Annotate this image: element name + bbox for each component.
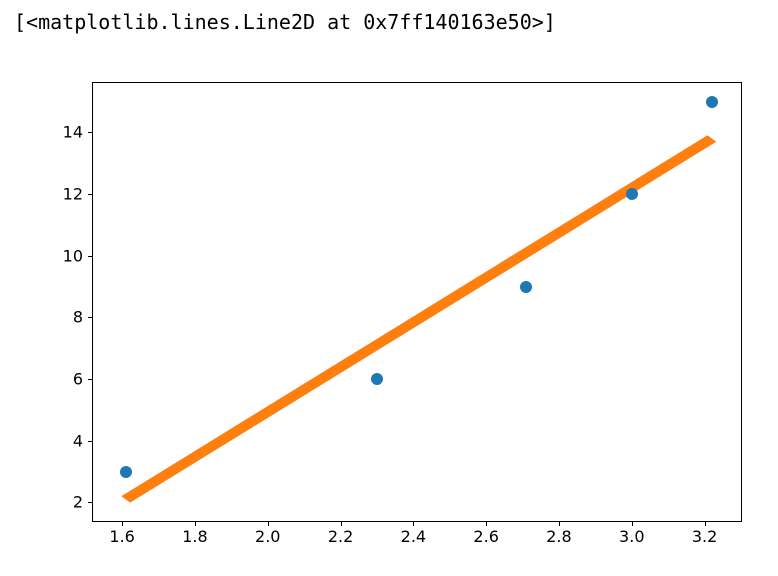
repr-text: [<matplotlib.lines.Line2D at 0x7ff140163… <box>0 10 778 34</box>
scatter-point <box>626 188 638 200</box>
y-tick-label: 2 <box>73 493 83 512</box>
x-tick-mark <box>413 521 414 526</box>
x-tick-mark <box>486 521 487 526</box>
x-tick-mark <box>705 521 706 526</box>
y-tick-mark <box>88 194 93 195</box>
y-tick-label: 10 <box>63 246 83 265</box>
notebook-output: [<matplotlib.lines.Line2D at 0x7ff140163… <box>0 0 778 576</box>
y-tick-label: 12 <box>63 185 83 204</box>
y-tick-label: 14 <box>63 123 83 142</box>
y-tick-mark <box>88 317 93 318</box>
axes: 1.61.82.02.22.42.62.83.03.22468101214 <box>92 82 742 522</box>
scatter-point <box>371 373 383 385</box>
fit-line <box>93 83 741 521</box>
scatter-point <box>706 96 718 108</box>
x-tick-mark <box>195 521 196 526</box>
plot-area <box>93 83 741 521</box>
x-tick-label: 3.2 <box>692 527 717 546</box>
scatter-point <box>120 466 132 478</box>
y-tick-label: 4 <box>73 431 83 450</box>
y-tick-mark <box>88 132 93 133</box>
x-tick-mark <box>559 521 560 526</box>
x-tick-label: 2.0 <box>255 527 280 546</box>
x-tick-label: 3.0 <box>619 527 644 546</box>
y-tick-label: 6 <box>73 370 83 389</box>
y-tick-mark <box>88 256 93 257</box>
x-tick-label: 2.8 <box>546 527 571 546</box>
x-tick-label: 2.4 <box>401 527 426 546</box>
x-tick-label: 1.8 <box>182 527 207 546</box>
x-tick-label: 2.6 <box>473 527 498 546</box>
y-tick-mark <box>88 379 93 380</box>
x-tick-mark <box>341 521 342 526</box>
scatter-point <box>520 281 532 293</box>
y-tick-mark <box>88 441 93 442</box>
x-tick-mark <box>122 521 123 526</box>
matplotlib-figure: 1.6 1.8 2.0 2.2 2.4 2.6 2.8 3.0 3.2 2 4 6 8 10 12 14 <box>0 56 778 576</box>
y-tick-mark <box>88 502 93 503</box>
y-tick-label: 8 <box>73 308 83 327</box>
x-tick-label: 1.6 <box>109 527 134 546</box>
x-tick-label: 2.2 <box>328 527 353 546</box>
x-tick-mark <box>632 521 633 526</box>
x-tick-mark <box>268 521 269 526</box>
